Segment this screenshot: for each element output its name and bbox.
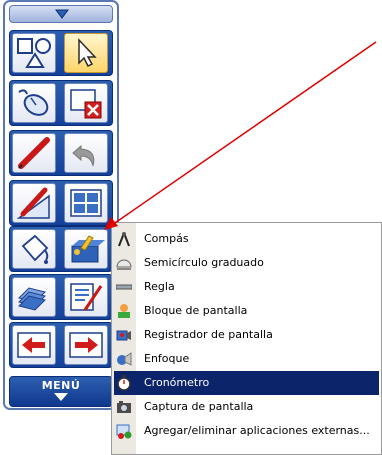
- pen-button[interactable]: [12, 133, 56, 173]
- mouse-icon: [18, 89, 49, 116]
- stopwatch-icon: [117, 375, 131, 391]
- menu-button[interactable]: MENÚ: [9, 376, 113, 407]
- page-sorter-button[interactable]: [64, 183, 108, 223]
- triangle-down-icon: [54, 393, 68, 401]
- undo-button[interactable]: [64, 133, 108, 173]
- arrow-shaft: [111, 41, 377, 226]
- menu-item-label: Regla: [144, 280, 175, 293]
- undo-icon: [72, 144, 95, 167]
- highlighter-icon: [16, 187, 50, 219]
- camera-icon: [117, 401, 131, 413]
- menu-item-label: Semicírculo graduado: [144, 256, 264, 269]
- next-page-button[interactable]: [64, 325, 108, 365]
- shapes-button[interactable]: [12, 33, 56, 73]
- select-button[interactable]: [64, 33, 108, 73]
- screen-shade-icon: [118, 304, 130, 318]
- menu-button-label: MENÚ: [41, 379, 81, 392]
- add-remove-apps-icon: [116, 424, 132, 439]
- previous-page-button[interactable]: [12, 325, 56, 365]
- pen-icon: [18, 137, 50, 169]
- spotlight-icon: [117, 352, 132, 366]
- triangle-down-icon: [55, 9, 69, 19]
- highlighter-button[interactable]: [12, 183, 56, 223]
- menu-item-stopwatch[interactable]: Cronómetro: [114, 371, 379, 395]
- background-button[interactable]: [12, 277, 56, 317]
- menu-item-spotlight[interactable]: Enfoque: [114, 347, 379, 371]
- previous-page-icon: [17, 332, 51, 358]
- protractor-icon: [116, 259, 132, 270]
- settings-icon: [70, 283, 103, 311]
- menu-item-compass[interactable]: Compás: [114, 227, 379, 251]
- menu-item-ruler[interactable]: Regla: [114, 275, 379, 299]
- next-page-icon: [69, 332, 103, 358]
- compass-icon: [118, 232, 130, 247]
- clear-screen-icon: [70, 89, 102, 119]
- paint-bucket-icon: [21, 234, 49, 264]
- tools-button[interactable]: [64, 229, 108, 269]
- menu-item-label: Captura de pantalla: [144, 400, 254, 413]
- page-sorter-icon: [70, 189, 102, 217]
- tools-context-menu: Compás Semicírculo graduado Regla Bloque…: [111, 222, 382, 455]
- fill-button[interactable]: [12, 229, 56, 269]
- toolbar-collapse-button[interactable]: [9, 5, 113, 23]
- menu-item-protractor[interactable]: Semicírculo graduado: [114, 251, 379, 275]
- menu-item-screenshot[interactable]: Captura de pantalla: [114, 395, 379, 419]
- menu-item-screen-recorder[interactable]: Registrador de pantalla: [114, 323, 379, 347]
- menu-item-label: Bloque de pantalla: [144, 304, 248, 317]
- clear-screen-button[interactable]: [64, 83, 108, 123]
- menu-item-label: Registrador de pantalla: [144, 328, 273, 341]
- background-pages-icon: [18, 287, 46, 311]
- select-arrow-icon: [78, 38, 97, 68]
- menu-item-label: Cronómetro: [144, 376, 210, 389]
- tools-box-icon: [71, 235, 105, 263]
- menu-item-add-remove-apps[interactable]: Agregar/eliminar aplicaciones externas..…: [114, 419, 379, 443]
- floating-toolbar: MENÚ: [3, 0, 119, 410]
- settings-button[interactable]: [64, 277, 108, 317]
- shapes-icon: [17, 38, 51, 68]
- mouse-mode-button[interactable]: [12, 83, 56, 123]
- menu-item-screen-shade[interactable]: Bloque de pantalla: [114, 299, 379, 323]
- menu-item-label: Compás: [144, 232, 189, 245]
- menu-item-label: Agregar/eliminar aplicaciones externas..…: [144, 424, 370, 437]
- screen-recorder-icon: [116, 330, 131, 341]
- ruler-icon: [116, 284, 132, 290]
- menu-item-label: Enfoque: [144, 352, 190, 365]
